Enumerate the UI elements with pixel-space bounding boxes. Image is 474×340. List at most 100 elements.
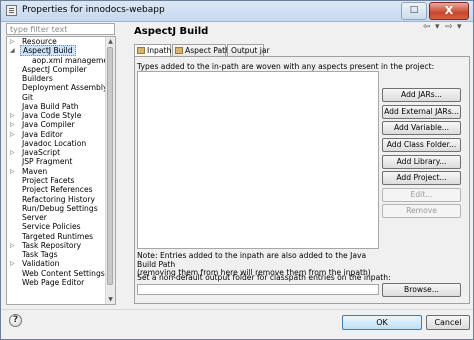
tree-item-label: Run/Debug Settings [22,203,98,213]
tree-item[interactable]: ▷ JavaScript [7,148,107,157]
tree-item-label: Project References [22,185,93,195]
output-folder-label: Set a non-default output folder for clas… [137,273,391,282]
tree-item[interactable]: Service Policies [7,222,107,231]
tree-list: ▷ Resource ◢ AspectJ Build aop.xml managemen… [7,37,115,287]
tree-item-label: Git [22,92,33,102]
close-button[interactable]: X [429,2,469,20]
tree-item-label: Builders [22,74,53,84]
tree-item[interactable]: Builders [7,74,107,83]
tree-item[interactable]: ▷ Task Repository [7,241,107,250]
tree-item-label: Refactoring History [22,194,96,204]
tree-item-label: Service Policies [22,222,81,232]
tree-item-label: Maven [22,166,48,176]
tree-item[interactable]: Web Content Settings [7,269,107,278]
tree-item-label: Project Facets [22,175,75,185]
help-icon[interactable]: ? [9,314,22,327]
tree-item-label: AspectJ Compiler [22,64,87,74]
expand-arrow-icon[interactable]: ◢ [10,46,15,55]
tree-item-label: aop.xml management [32,55,116,65]
expand-arrow-icon[interactable]: ▷ [10,259,15,268]
tree-item[interactable]: Web Page Editor [7,278,107,287]
jar-icon [137,47,145,54]
tab-output-jar[interactable]: Output jar [227,44,270,56]
tree-item[interactable]: AspectJ Compiler [7,65,107,74]
expand-arrow-icon[interactable]: ▷ [10,120,15,129]
inpath-description: Types added to the in-path are woven wit… [137,62,435,71]
tree-item[interactable]: Java Build Path [7,102,107,111]
tab-aspect-path[interactable]: Aspect Path [172,44,230,56]
tree-item-label: Web Page Editor [22,277,85,287]
tree-item[interactable]: Git [7,93,107,102]
tree-item-label: Task Tags [22,250,58,260]
filter-input[interactable]: type filter text [6,23,115,35]
tree-item-label: Targeted Runtimes [22,231,94,241]
tree-item[interactable]: Javadoc Location [7,139,107,148]
add-project-button[interactable]: Add Project... [382,171,461,185]
tree-item[interactable]: ▷ Java Code Style [7,111,107,120]
page-nav: ⇦ ▾ ⇨ ▾ [417,22,469,36]
tree-item[interactable]: Project References [7,185,107,194]
expand-arrow-icon[interactable]: ▷ [10,241,15,250]
tree-item-label: JSP Fragment [22,157,73,167]
output-folder-input[interactable] [137,284,379,295]
menu-chevron-icon[interactable]: ▾ [457,22,462,32]
back-arrow-icon[interactable]: ⇦ [423,22,431,32]
tree-item[interactable]: ▷ Maven [7,167,107,176]
property-tree: ▷ Resource ◢ AspectJ Build aop.xml managemen… [6,36,116,305]
add-class-folder-button[interactable]: Add Class Folder... [382,138,461,152]
tree-item-label: Deployment Assembly [22,83,108,93]
tree-item-label: Java Compiler [22,120,75,130]
tree-item[interactable]: ▷ Validation [7,259,107,268]
tree-item[interactable]: ▷ Java Editor [7,130,107,139]
menu-chevron-icon[interactable]: ▾ [435,22,440,32]
inpath-list[interactable] [137,71,379,249]
add-variable-button[interactable]: Add Variable... [382,121,461,135]
expand-arrow-icon[interactable]: ▷ [10,148,15,157]
tree-item[interactable]: Task Tags [7,250,107,259]
tree-item[interactable]: Run/Debug Settings [7,204,107,213]
tree-scrollbar[interactable]: ▲ ▼ [105,37,115,304]
tree-item[interactable]: aop.xml management [7,56,115,65]
tree-item[interactable]: ◢ AspectJ Build [7,45,107,57]
page-title: AspectJ Build [134,26,209,37]
tree-item[interactable]: JSP Fragment [7,157,107,166]
forward-arrow-icon[interactable]: ⇨ [445,22,453,32]
remove-button[interactable]: Remove [382,204,461,218]
expand-arrow-icon[interactable]: ▷ [10,37,15,46]
footer-divider [1,309,473,310]
expand-arrow-icon[interactable]: ▷ [10,167,15,176]
tree-item[interactable]: Server [7,213,107,222]
tree-item[interactable]: Deployment Assembly [7,83,107,92]
scroll-thumb[interactable] [107,47,113,285]
cancel-button[interactable]: Cancel [426,315,470,330]
scroll-up-icon[interactable]: ▲ [106,37,115,46]
maximize-button[interactable]: □ [401,2,427,20]
add-jars-button[interactable]: Add JARs... [382,88,461,102]
tree-item[interactable]: Targeted Runtimes [7,232,107,241]
jar-icon [175,47,183,54]
tree-item-label: JavaScript [22,148,61,158]
expand-arrow-icon[interactable]: ▷ [10,111,15,120]
tree-item-label: Web Content Settings [22,268,105,278]
tab-label: Aspect Path [185,46,230,55]
add-library-button[interactable]: Add Library... [382,155,461,169]
expand-arrow-icon[interactable]: ▷ [10,130,15,139]
tree-item[interactable]: ▷ Java Compiler [7,120,107,129]
tree-item-label: Java Editor [22,129,63,139]
edit-button[interactable]: Edit... [382,188,461,202]
scroll-down-icon[interactable]: ▼ [106,295,115,304]
tree-item-label: Task Repository [22,240,82,250]
title-bar: Properties for innodocs-webapp □ X [1,1,473,22]
browse-button[interactable]: Browse... [382,283,461,297]
tree-item[interactable]: Refactoring History [7,195,107,204]
tree-item-label: Javadoc Location [22,138,87,148]
tab-label: Inpath [147,46,172,55]
tab-label: Output jar [231,46,270,55]
tree-item[interactable]: Project Facets [7,176,107,185]
ok-button[interactable]: OK [342,315,422,330]
add-external-jars-button[interactable]: Add External JARs... [382,105,461,119]
properties-dialog: Properties for innodocs-webapp □ X type … [0,0,474,340]
window-title: Properties for innodocs-webapp [22,5,165,15]
tree-item-label: Java Code Style [22,111,82,121]
tree-item-label: Server [22,213,47,223]
